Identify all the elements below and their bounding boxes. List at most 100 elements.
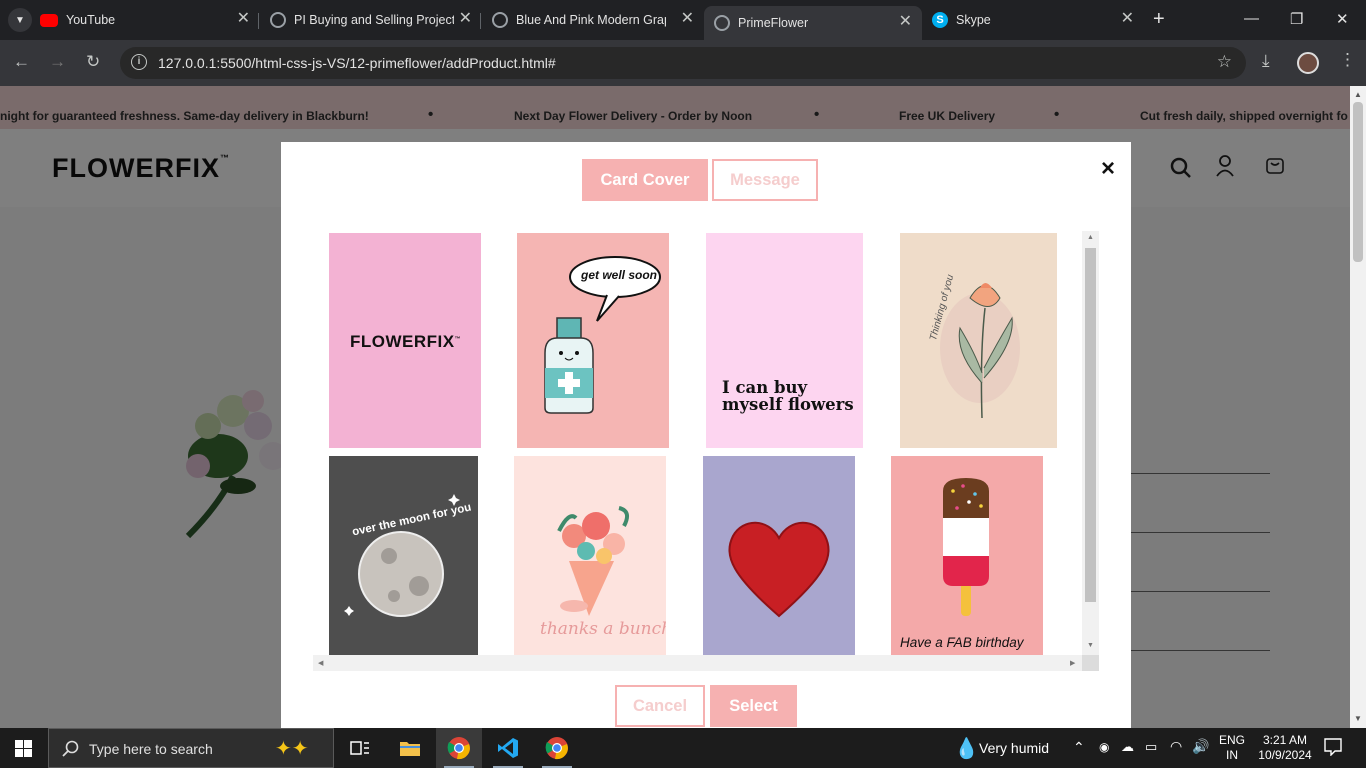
tab-blue-pink-graph[interactable]: Blue And Pink Modern Graph ✕	[492, 6, 700, 34]
url-text: 127.0.0.1:5500/html-css-js-VS/12-primefl…	[158, 55, 556, 71]
scroll-down-arrow-icon[interactable]: ▼	[1354, 714, 1362, 723]
card-text: get well soon	[581, 268, 658, 282]
minimize-icon[interactable]: —	[1244, 10, 1259, 27]
chrome-icon[interactable]	[436, 728, 482, 768]
tab-message[interactable]: Message	[712, 159, 818, 201]
browser-toolbar: ← → ↻ i 127.0.0.1:5500/html-css-js-VS/12…	[0, 40, 1366, 86]
profile-avatar[interactable]	[1297, 52, 1319, 74]
card-flowerfix-text: FLOWERFIX	[350, 332, 455, 351]
card-selection-modal: Card Cover Message × FLOWERFIX™ get well…	[281, 142, 1131, 728]
sparkle-icon: ✦✦	[275, 738, 309, 760]
close-tab-icon[interactable]: ✕	[1121, 11, 1134, 27]
tab-pi-buying[interactable]: PI Buying and Selling Project ✕	[270, 6, 478, 34]
windows-start-icon[interactable]	[15, 740, 32, 760]
moon-illustration	[344, 494, 460, 617]
restore-icon[interactable]: ❐	[1290, 10, 1303, 28]
page-vertical-scrollbar[interactable]: ▲ ▼	[1350, 86, 1366, 728]
back-icon[interactable]: ←	[13, 52, 30, 72]
card-i-can-buy-myself-flowers[interactable]: I can buy myself flowers	[706, 233, 863, 448]
search-icon	[62, 740, 79, 757]
card-text: FLOWERFIX™	[350, 332, 461, 352]
language-indicator[interactable]: ENG IN	[1219, 733, 1245, 763]
tab-youtube[interactable]: YouTube ✕	[40, 6, 256, 34]
search-placeholder: Type here to search	[89, 741, 213, 757]
cancel-button[interactable]: Cancel	[615, 685, 705, 727]
card-thanks-a-bunch[interactable]: thanks a bunch	[514, 456, 666, 656]
card-heart[interactable]	[703, 456, 855, 656]
task-view-icon[interactable]	[337, 728, 383, 768]
clock[interactable]: 3:21 AM 10/9/2024	[1251, 733, 1319, 763]
tab-title: YouTube	[66, 13, 116, 27]
ice-lolly-illustration	[943, 478, 989, 616]
tab-card-cover[interactable]: Card Cover	[582, 159, 708, 201]
heart-icon	[728, 521, 830, 618]
new-tab-icon[interactable]: +	[1153, 8, 1165, 31]
bookmark-star-icon[interactable]: ☆	[1217, 52, 1232, 72]
card-thinking-of-you[interactable]: Thinking of you	[900, 233, 1057, 448]
region-code: IN	[1226, 748, 1238, 762]
youtube-icon	[40, 13, 58, 27]
card-flowerfix-tm: ™	[454, 336, 462, 343]
tab-title: PI Buying and Selling Project	[294, 13, 454, 27]
volume-icon[interactable]: 🔊	[1192, 738, 1209, 755]
close-tab-icon[interactable]: ✕	[899, 14, 912, 30]
scrollbar-thumb[interactable]	[1353, 102, 1363, 262]
taskbar-search-box[interactable]: Type here to search ✦✦	[48, 728, 334, 768]
scroll-up-arrow-icon[interactable]: ▲	[1354, 90, 1362, 99]
notification-center-icon[interactable]	[1324, 738, 1342, 759]
address-bar[interactable]: i 127.0.0.1:5500/html-css-js-VS/12-prime…	[120, 47, 1246, 79]
globe-icon	[714, 15, 730, 31]
tab-title: Skype	[956, 13, 991, 27]
close-tab-icon[interactable]: ✕	[681, 11, 694, 27]
close-tab-icon[interactable]: ✕	[459, 11, 472, 27]
onedrive-icon[interactable]: ☁	[1121, 739, 1134, 755]
browser-tab-bar: ▼ YouTube ✕ PI Buying and Selling Projec…	[0, 0, 1366, 40]
windows-taskbar: Type here to search ✦✦ 💧 Very humid ⌃ ◉ …	[0, 728, 1366, 768]
weather-droplet-icon: 💧	[954, 738, 979, 760]
scrollbar-thumb[interactable]	[1085, 248, 1096, 602]
tab-primeflower[interactable]: PrimeFlower ✕	[704, 6, 922, 40]
clock-date: 10/9/2024	[1258, 748, 1312, 762]
chrome-icon[interactable]	[534, 728, 580, 768]
card-over-the-moon[interactable]: over the moon for you	[329, 456, 478, 656]
vscode-icon[interactable]	[485, 728, 531, 768]
scroll-left-arrow-icon[interactable]: ◀	[318, 659, 323, 667]
scroll-up-arrow-icon[interactable]: ▲	[1087, 234, 1094, 241]
tab-skype[interactable]: S Skype ✕	[932, 6, 1140, 34]
site-info-icon[interactable]: i	[131, 54, 147, 70]
language-code: ENG	[1219, 733, 1246, 747]
card-text: Have a FAB birthday	[900, 635, 1024, 650]
medicine-bottle-illustration	[544, 256, 661, 414]
tab-search-dropdown-icon[interactable]: ▼	[8, 8, 32, 32]
meet-now-icon[interactable]: ◉	[1099, 740, 1109, 754]
scroll-down-arrow-icon[interactable]: ▼	[1087, 642, 1094, 649]
close-icon[interactable]: ×	[1101, 155, 1115, 183]
download-icon[interactable]: ⤓	[1262, 51, 1270, 71]
battery-icon[interactable]: ▭	[1145, 739, 1157, 755]
chevron-up-icon[interactable]: ⌃	[1073, 739, 1085, 756]
gallery-vertical-scrollbar[interactable]: ▲ ▼	[1082, 231, 1099, 655]
file-explorer-icon[interactable]	[387, 728, 433, 768]
card-text: thanks a bunch	[540, 619, 666, 639]
weather-text[interactable]: Very humid	[979, 740, 1049, 756]
reload-icon[interactable]: ↻	[86, 52, 100, 72]
close-window-icon[interactable]: ✕	[1336, 10, 1349, 28]
globe-icon	[270, 12, 286, 28]
gallery-horizontal-scrollbar[interactable]: ◀ ▶	[313, 655, 1082, 671]
wifi-icon[interactable]: ◠	[1170, 738, 1182, 755]
scroll-right-arrow-icon[interactable]: ▶	[1070, 659, 1075, 667]
globe-icon	[492, 12, 508, 28]
card-get-well-soon[interactable]: get well soon	[517, 233, 669, 448]
page-viewport: night for guaranteed freshness. Same-day…	[0, 86, 1350, 728]
close-tab-icon[interactable]: ✕	[237, 11, 250, 27]
tab-separator	[258, 13, 259, 29]
menu-kebab-icon[interactable]: ⋮	[1339, 50, 1356, 70]
card-flowerfix[interactable]: FLOWERFIX™	[329, 233, 481, 448]
tab-title: PrimeFlower	[738, 16, 809, 30]
flower-illustration	[940, 283, 1020, 419]
card-fab-birthday[interactable]: Have a FAB birthday	[891, 456, 1043, 656]
card-gallery: FLOWERFIX™ get well soon I can buy mysel…	[313, 231, 1100, 671]
tab-title: Blue And Pink Modern Graph	[516, 13, 666, 27]
select-button[interactable]: Select	[710, 685, 797, 727]
forward-icon[interactable]: →	[49, 52, 66, 72]
